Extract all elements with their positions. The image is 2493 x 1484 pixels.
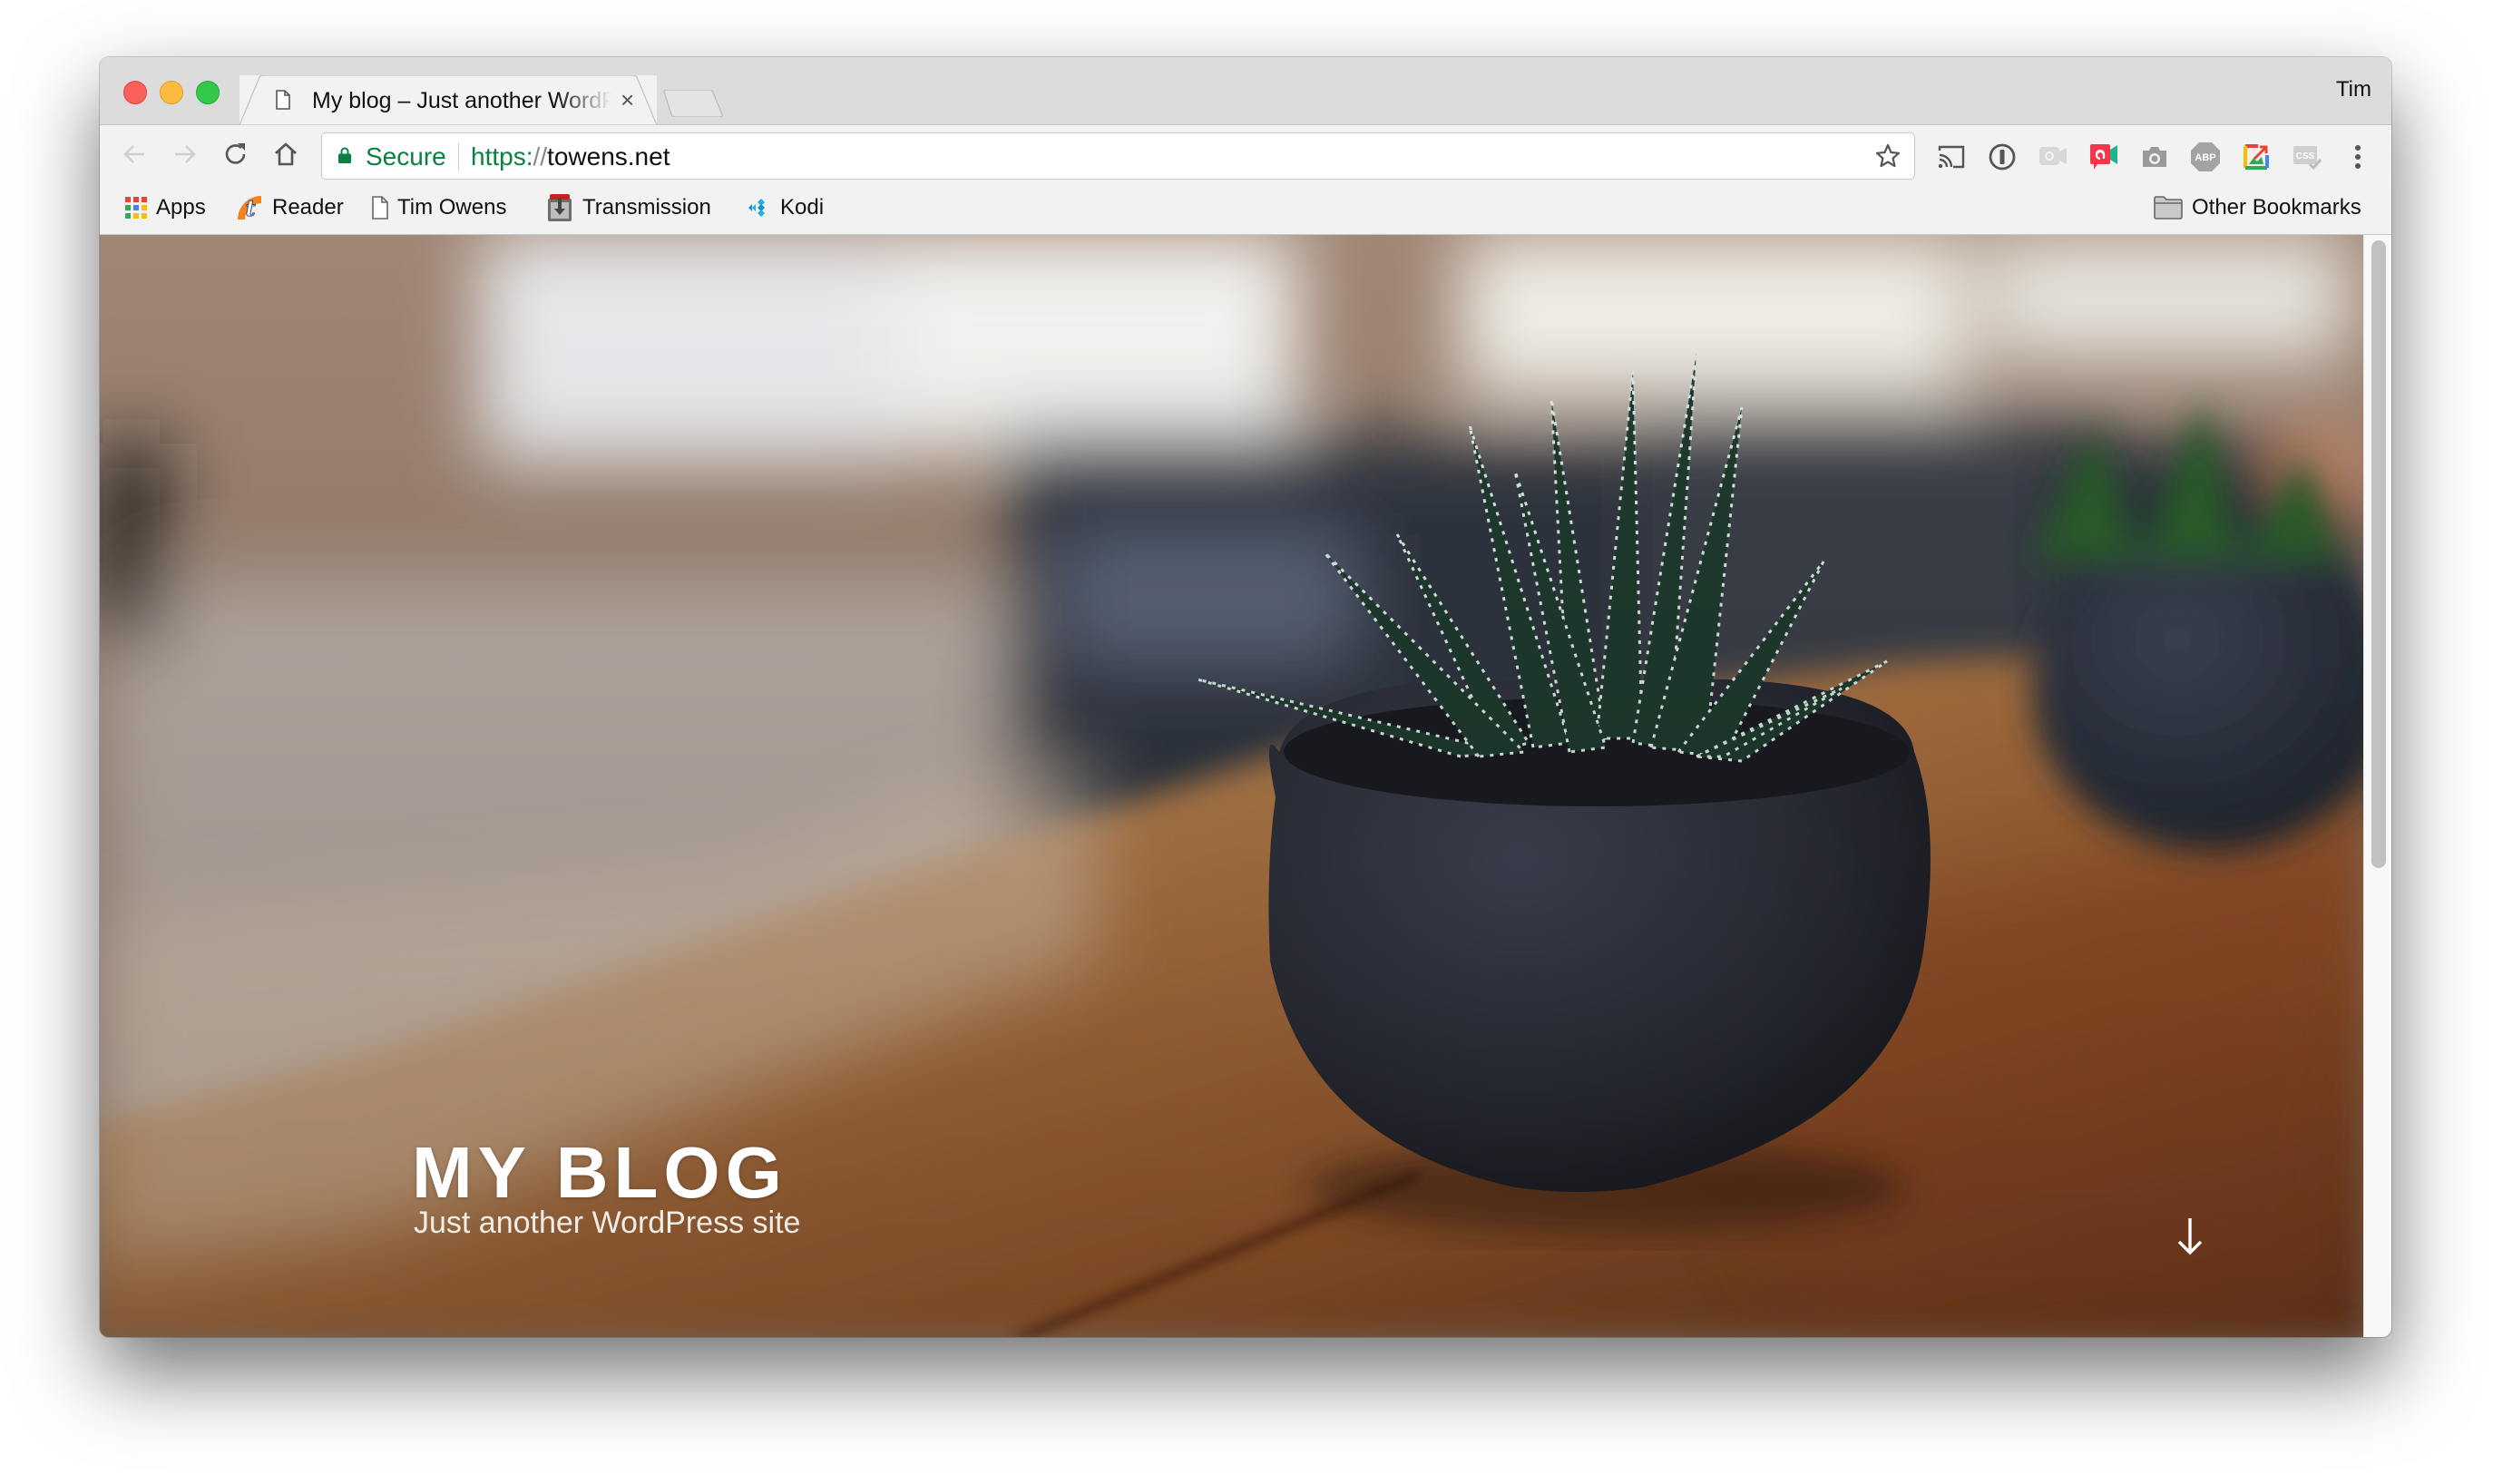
home-icon — [275, 142, 297, 166]
home-button[interactable] — [269, 138, 302, 171]
tab-close-icon[interactable]: × — [621, 86, 634, 114]
omnibox-divider — [458, 142, 459, 171]
other-bookmarks[interactable]: Other Bookmarks — [2154, 193, 2361, 222]
bookmark-reader[interactable]: t Reader — [236, 193, 344, 222]
tab-my-blog[interactable]: My blog – Just another WordPress site × — [240, 75, 657, 125]
url-slashes: // — [533, 142, 548, 171]
bookmark-label: Reader — [272, 195, 344, 220]
arrow-left-icon — [123, 145, 144, 163]
document-icon — [372, 196, 388, 220]
apps-grid-icon — [125, 197, 147, 219]
bookmarks-bar: Apps t Reader Tim Owens Transmission Kod… — [100, 184, 2391, 235]
bookmark-label: Transmission — [582, 195, 711, 220]
site-title[interactable]: MY BLOG — [412, 1131, 787, 1215]
lock-icon — [338, 147, 351, 163]
profile-name[interactable]: Tim — [2336, 77, 2371, 103]
security-label[interactable]: Secure — [366, 142, 446, 171]
css-validator-button[interactable]: CSS — [2292, 142, 2322, 172]
svg-text:t: t — [245, 195, 255, 221]
bookmark-star-icon[interactable] — [1874, 142, 1902, 170]
window-maximize-button[interactable] — [196, 81, 220, 104]
svg-text:ABP: ABP — [2195, 152, 2215, 163]
arrow-down-icon[interactable] — [2172, 1215, 2208, 1260]
screenshot-button[interactable] — [2139, 142, 2170, 172]
page-content: MY BLOG Just another WordPress site — [100, 235, 2391, 1337]
bookmark-apps[interactable]: Apps — [125, 193, 206, 222]
back-button[interactable] — [118, 138, 151, 171]
arrow-right-icon — [175, 145, 196, 163]
window-close-button[interactable] — [123, 81, 147, 104]
address-bar[interactable]: Secure https://towens.net — [321, 132, 1915, 180]
cast-icon — [1938, 145, 1965, 169]
appear-in-disabled-button[interactable] — [2038, 142, 2068, 172]
url-host: towens.net — [547, 142, 670, 171]
kodi-icon — [748, 199, 765, 217]
tab-strip: My blog – Just another WordPress site × … — [100, 57, 2391, 125]
1password-button[interactable] — [1987, 142, 2018, 172]
adblock-plus-button[interactable]: ABP — [2190, 142, 2221, 172]
url-text[interactable]: https://towens.net — [471, 142, 670, 171]
transmission-icon — [548, 194, 572, 221]
tab-title: My blog – Just another WordPress site — [312, 88, 611, 113]
svg-text:CSS: CSS — [2296, 151, 2315, 161]
appear-in-icon — [2090, 144, 2117, 170]
appear-in-disabled-icon — [2039, 147, 2067, 165]
folder-icon — [2154, 196, 2183, 220]
vertical-scrollbar[interactable] — [2363, 235, 2391, 1337]
reload-button[interactable] — [220, 138, 252, 171]
bookmark-label: Tim Owens — [397, 195, 507, 220]
window-minimize-button[interactable] — [160, 81, 183, 104]
new-tab-button[interactable] — [662, 90, 726, 117]
1password-icon — [1989, 143, 2016, 171]
css-validator-icon: CSS — [2293, 146, 2322, 171]
hero-header: MY BLOG Just another WordPress site — [100, 235, 2364, 1337]
image-editor-icon — [2244, 144, 2269, 170]
bookmark-transmission[interactable]: Transmission — [546, 193, 711, 222]
document-icon — [276, 90, 290, 110]
bookmark-kodi[interactable]: Kodi — [746, 193, 824, 222]
image-editor-button[interactable] — [2241, 142, 2272, 172]
toolbar: Secure https://towens.net ABP CSS — [100, 125, 2391, 184]
reload-icon — [225, 143, 246, 164]
scrollbar-thumb[interactable] — [2371, 240, 2386, 868]
other-bookmarks-label: Other Bookmarks — [2192, 195, 2361, 220]
adblock-plus-icon: ABP — [2191, 142, 2220, 171]
appear-in-button[interactable] — [2088, 142, 2119, 172]
menu-kebab-icon — [2355, 145, 2361, 169]
url-scheme: https: — [471, 142, 533, 171]
forward-button[interactable] — [169, 138, 201, 171]
browser-window: My blog – Just another WordPress site × … — [100, 57, 2391, 1337]
cast-button[interactable] — [1936, 142, 1967, 172]
bookmark-label: Kodi — [780, 195, 825, 220]
bookmark-tim-owens[interactable]: Tim Owens — [372, 193, 506, 222]
tt-rss-reader-icon: t — [238, 195, 261, 221]
chrome-menu-button[interactable] — [2342, 142, 2373, 172]
site-description: Just another WordPress site — [414, 1206, 801, 1240]
bookmark-label: Apps — [156, 195, 206, 220]
screenshot-camera-icon — [2143, 147, 2166, 167]
